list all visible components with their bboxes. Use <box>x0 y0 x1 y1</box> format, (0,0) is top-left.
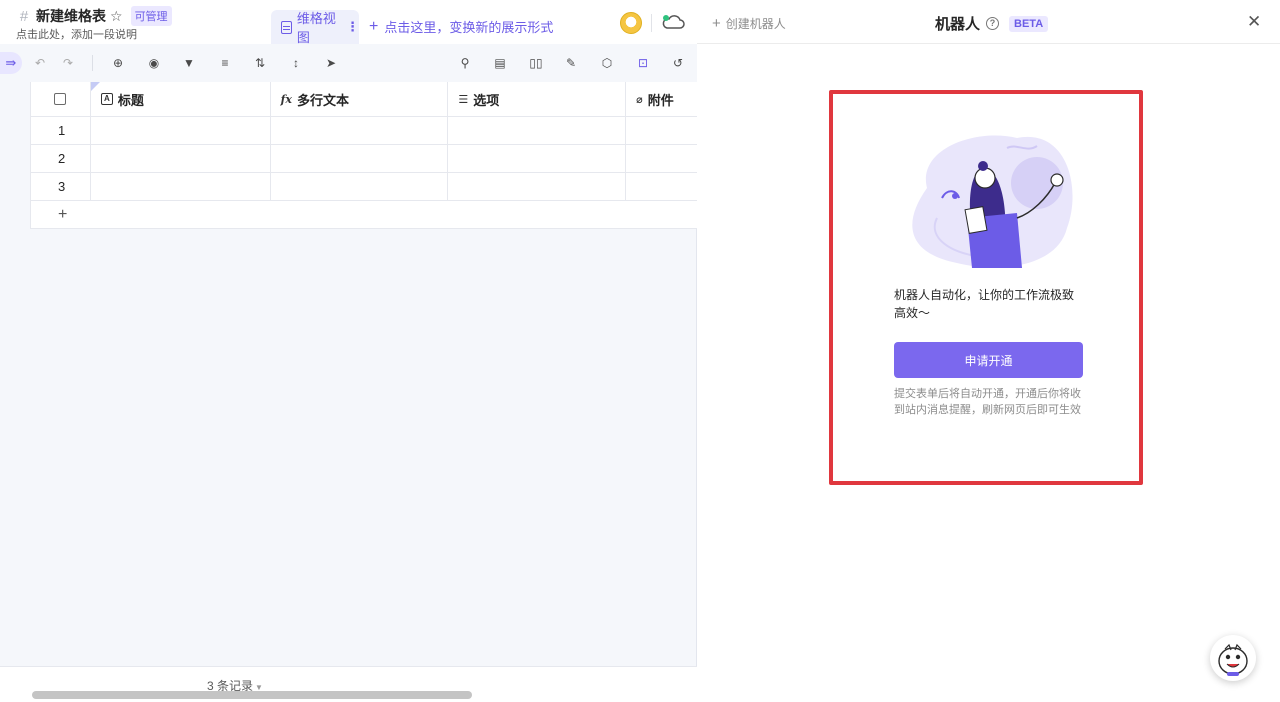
panel-title: 机器人 ? BETA <box>935 13 1049 34</box>
sort-icon[interactable]: ⇅ <box>253 56 267 70</box>
api-icon[interactable]: ⬡ <box>600 56 614 70</box>
robot-illustration <box>912 135 1073 268</box>
row-number: 1 <box>31 117 91 144</box>
undo-icon[interactable]: ↶ <box>33 56 47 70</box>
column-label: 附件 <box>647 92 674 108</box>
cell[interactable] <box>448 173 627 200</box>
divider <box>92 55 93 71</box>
column-label: 标题 <box>117 92 144 108</box>
star-icon[interactable]: ☆ <box>110 8 123 25</box>
datasheet-header: # 新建维格表 ☆ 可管理 点击此处，添加一段说明 维格视图 ⋮ + 点击这里，… <box>0 0 697 45</box>
cell[interactable] <box>91 117 271 144</box>
title-row: # 新建维格表 ☆ 可管理 <box>16 6 172 26</box>
widget-icon[interactable]: ✎ <box>564 56 578 70</box>
form-icon[interactable]: ▤ <box>493 56 507 70</box>
robot-panel: + 创建机器人 机器人 ? BETA ✕ 机器人自动化，让你的工作流极致高效～ … <box>697 0 1280 702</box>
corner-marker <box>91 82 100 91</box>
more-icon[interactable]: ⋮ <box>346 19 359 35</box>
group-icon[interactable]: ≡ <box>218 56 232 70</box>
data-grid: A 标题 fx 多行文本 ☰ 选项 ⌀ 附件 1 2 3 + <box>30 82 697 229</box>
robot-panel-header: + 创建机器人 机器人 ? BETA ✕ <box>697 0 1280 44</box>
beta-badge: BETA <box>1009 15 1049 32</box>
sheet-description[interactable]: 点击此处，添加一段说明 <box>16 26 137 42</box>
share-icon[interactable]: ➤ <box>324 56 338 70</box>
table-row[interactable]: 3 <box>31 173 697 201</box>
sheet-title[interactable]: 新建维格表 <box>36 6 106 26</box>
create-robot-button[interactable]: + 创建机器人 <box>712 15 786 32</box>
column-label: 选项 <box>473 92 500 108</box>
cell[interactable] <box>271 145 449 172</box>
history-icon[interactable]: ↺ <box>671 56 685 70</box>
plus-icon: + <box>369 18 379 35</box>
tab-label: 维格视图 <box>296 11 336 45</box>
plus-icon: + <box>712 14 721 32</box>
column-header-attachment[interactable]: ⌀ 附件 <box>626 82 697 116</box>
row-number: 2 <box>31 145 91 172</box>
paperclip-icon: ⌀ <box>636 93 643 106</box>
add-record-icon[interactable]: ⊕ <box>111 56 125 70</box>
cell[interactable] <box>626 117 697 144</box>
cell[interactable] <box>271 117 449 144</box>
avatar[interactable] <box>620 12 642 34</box>
gallery-icon[interactable]: ▯▯ <box>529 56 543 70</box>
apply-note: 提交表单后将自动开通，开通后你将收到站内消息提醒，刷新网页后即可生效 <box>894 388 1081 416</box>
redo-icon[interactable]: ↷ <box>61 56 75 70</box>
cell[interactable] <box>626 173 697 200</box>
panel-title-text: 机器人 <box>935 16 981 33</box>
grid-footer: 3 条记录 ▼ <box>0 666 697 702</box>
hide-fields-icon[interactable]: ◉ <box>147 56 161 70</box>
close-icon[interactable]: ✕ <box>1247 12 1261 32</box>
cell[interactable] <box>271 173 449 200</box>
search-icon[interactable]: ⚲ <box>458 56 472 70</box>
toolbar: ⇛ ↶ ↷ ⊕ ◉ ▼ ≡ ⇅ ↕ ➤ ⚲ ▤ ▯▯ ✎ ⬡ ⊡ ↺ <box>0 44 697 82</box>
add-row-button[interactable]: + <box>31 201 697 229</box>
column-label: 多行文本 <box>296 92 349 108</box>
row-height-icon[interactable]: ↕ <box>289 56 303 70</box>
table-row[interactable]: 1 <box>31 117 697 145</box>
cell[interactable] <box>91 173 271 200</box>
robot-intro-text: 机器人自动化，让你的工作流极致高效～ <box>894 288 1075 320</box>
cell[interactable] <box>91 145 271 172</box>
apply-button[interactable]: 申请开通 <box>894 342 1083 378</box>
assistant-mascot-icon[interactable] <box>1210 635 1256 681</box>
sidebar-toggle-icon[interactable]: ⇛ <box>0 52 22 74</box>
divider <box>651 14 652 32</box>
hash-icon: # <box>19 7 29 25</box>
filter-icon[interactable]: ▼ <box>182 56 196 70</box>
cell[interactable] <box>448 117 627 144</box>
select-all-cell <box>31 82 91 116</box>
table-row[interactable]: 2 <box>31 145 697 173</box>
grid-view-icon <box>281 20 292 34</box>
cell[interactable] <box>448 145 627 172</box>
help-icon[interactable]: ? <box>986 17 1000 30</box>
create-robot-label: 创建机器人 <box>725 17 786 31</box>
column-header-options[interactable]: ☰ 选项 <box>448 82 627 116</box>
formula-icon: fx <box>280 92 292 106</box>
add-view-label: 点击这里，变换新的展示形式 <box>384 20 554 35</box>
select-all-checkbox[interactable] <box>54 93 67 105</box>
column-header-multiline[interactable]: fx 多行文本 <box>271 82 449 116</box>
cloud-icon[interactable] <box>661 14 685 30</box>
row-number: 3 <box>31 173 91 200</box>
cell[interactable] <box>626 145 697 172</box>
text-field-icon: A <box>100 93 113 105</box>
header-row: A 标题 fx 多行文本 ☰ 选项 ⌀ 附件 <box>31 82 697 117</box>
horizontal-scrollbar[interactable] <box>32 691 472 699</box>
column-header-title[interactable]: A 标题 <box>91 82 271 116</box>
datasheet-pane: # 新建维格表 ☆ 可管理 点击此处，添加一段说明 维格视图 ⋮ + 点击这里，… <box>0 0 697 702</box>
robot-icon[interactable]: ⊡ <box>636 56 650 70</box>
tab-grid-view[interactable]: 维格视图 ⋮ <box>271 10 359 45</box>
add-view-button[interactable]: + 点击这里，变换新的展示形式 <box>369 17 553 36</box>
list-icon: ☰ <box>458 93 469 106</box>
permission-badge[interactable]: 可管理 <box>130 6 172 26</box>
